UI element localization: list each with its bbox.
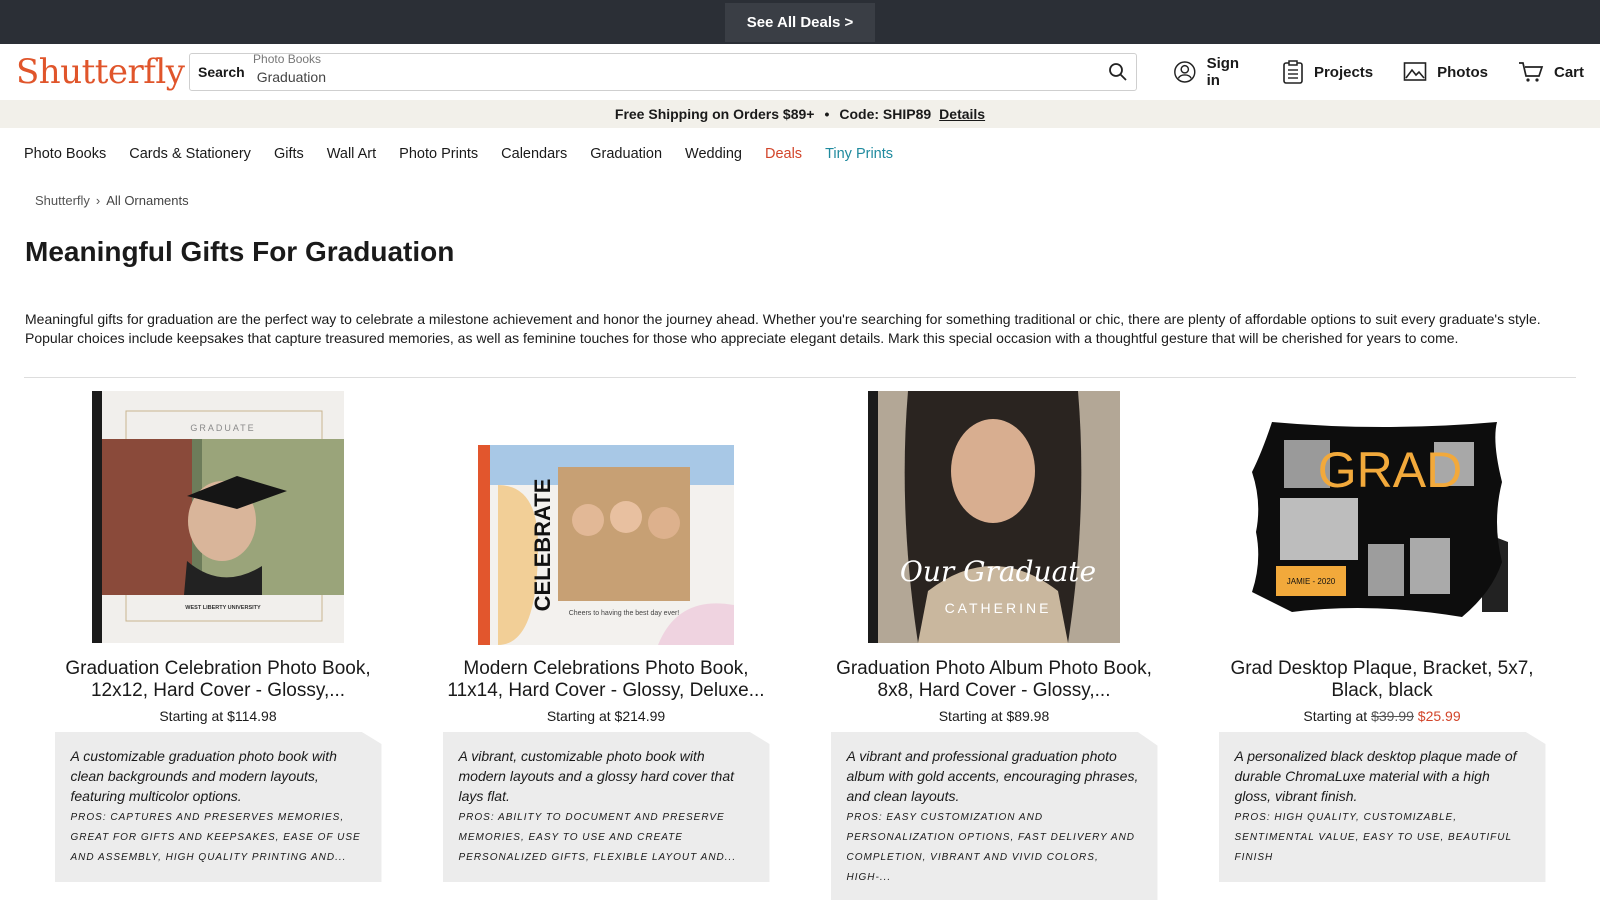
- product-image[interactable]: Our Graduate CATHERINE: [800, 390, 1188, 644]
- nav-tiny-prints[interactable]: Tiny Prints: [825, 146, 893, 162]
- category-nav: Photo Books Cards & Stationery Gifts Wal…: [0, 128, 1600, 180]
- cover-subtext: Cheers to having the best day ever!: [569, 610, 680, 617]
- product-name[interactable]: Graduation Photo Album Photo Book, 8x8, …: [824, 658, 1164, 702]
- product-summary-box: A personalized black desktop plaque made…: [1218, 732, 1546, 882]
- product-summary: A vibrant and professional graduation ph…: [846, 748, 1139, 804]
- site-header: Shutterfly Search Photo Books Sign in Pr…: [0, 44, 1600, 100]
- product-name[interactable]: Modern Celebrations Photo Book, 11x14, H…: [436, 658, 776, 702]
- product-pros: Pros: Ability to document and preserve m…: [458, 812, 737, 863]
- promo-banner: Free Shipping on Orders $89+ • Code: SHI…: [0, 100, 1600, 128]
- price-value: $214.99: [614, 708, 666, 724]
- nav-cards-stationery[interactable]: Cards & Stationery: [129, 146, 251, 162]
- cart-icon: [1518, 62, 1544, 82]
- cover-text: GRADUATE: [190, 423, 255, 433]
- product-card[interactable]: CELEBRATE Cheers to having the best day …: [412, 390, 800, 900]
- breadcrumb-root[interactable]: Shutterfly: [35, 193, 90, 208]
- product-card[interactable]: Our Graduate CATHERINE Graduation Photo …: [800, 390, 1188, 900]
- product-image[interactable]: GRAD JAMIE - 2020: [1188, 390, 1576, 644]
- product-pros: Pros: High quality, customizable, sentim…: [1234, 812, 1512, 863]
- price-value: $114.98: [227, 708, 277, 724]
- promo-code: Code: SHIP89: [839, 106, 932, 122]
- search-input[interactable]: [256, 69, 1109, 85]
- promo-details-link[interactable]: Details: [939, 106, 985, 122]
- search-label: Search: [198, 64, 245, 80]
- chevron-right-icon: ›: [95, 192, 101, 208]
- account-nav: Sign in Projects Photos Cart: [1173, 55, 1584, 89]
- clipboard-icon: [1283, 60, 1303, 84]
- nav-photo-books[interactable]: Photo Books: [24, 146, 106, 162]
- price-value: $89.98: [1006, 708, 1050, 724]
- page-description: Meaningful gifts for graduation are the …: [25, 311, 1541, 346]
- cover-subtext: CATHERINE: [945, 600, 1052, 616]
- breadcrumb-current[interactable]: All Ornaments: [106, 193, 188, 208]
- product-name[interactable]: Graduation Celebration Photo Book, 12x12…: [48, 658, 388, 702]
- product-price: Starting at $214.99: [547, 708, 665, 726]
- top-deals-bar: See All Deals >: [0, 0, 1600, 44]
- cover-text: Our Graduate: [900, 555, 1096, 588]
- product-grid: GRADUATE WEST LIBERTY UNIVERSITY Graduat…: [0, 378, 1600, 900]
- cover-subtext: WEST LIBERTY UNIVERSITY: [185, 605, 261, 611]
- promo-text: Free Shipping on Orders $89+: [614, 106, 815, 122]
- product-summary-box: A vibrant, customizable photo book with …: [442, 732, 770, 882]
- price-prefix: Starting at: [1303, 708, 1368, 724]
- price-prefix: Starting at: [938, 708, 1003, 724]
- promo-separator: •: [824, 106, 830, 122]
- product-summary: A personalized black desktop plaque made…: [1234, 748, 1517, 804]
- product-summary-box: A vibrant and professional graduation ph…: [830, 732, 1158, 900]
- product-pros: Pros: Easy customization and personaliza…: [846, 812, 1136, 883]
- price-original: $39.99: [1371, 708, 1414, 724]
- nav-wall-art[interactable]: Wall Art: [327, 146, 376, 162]
- search-icon[interactable]: [1108, 62, 1128, 82]
- page-title: Meaningful Gifts For Graduation: [25, 236, 455, 267]
- product-image[interactable]: CELEBRATE Cheers to having the best day …: [412, 390, 800, 645]
- price-sale: $25.99: [1417, 708, 1461, 724]
- sign-in-label: Sign in: [1206, 55, 1240, 89]
- sign-in-link[interactable]: Sign in: [1173, 55, 1252, 89]
- product-summary-box: A customizable graduation photo book wit…: [54, 732, 382, 882]
- user-circle-icon: [1174, 61, 1196, 83]
- see-all-deals-button[interactable]: See All Deals >: [724, 2, 876, 42]
- nav-calendars[interactable]: Calendars: [501, 146, 567, 162]
- photos-label: Photos: [1437, 63, 1488, 81]
- cart-label: Cart: [1553, 63, 1584, 81]
- nav-deals[interactable]: Deals: [765, 146, 802, 162]
- projects-link[interactable]: Projects: [1282, 59, 1373, 85]
- product-summary: A vibrant, customizable photo book with …: [458, 748, 735, 804]
- product-image[interactable]: GRADUATE WEST LIBERTY UNIVERSITY: [24, 390, 412, 644]
- nav-photo-prints[interactable]: Photo Prints: [399, 146, 478, 162]
- projects-label: Projects: [1313, 63, 1374, 81]
- shutterfly-logo[interactable]: Shutterfly: [16, 52, 189, 92]
- cover-subtext: JAMIE - 2020: [1287, 577, 1336, 586]
- product-name[interactable]: Grad Desktop Plaque, Bracket, 5x7, Black…: [1212, 658, 1552, 702]
- search-suggestion-ghost: Photo Books: [253, 52, 322, 66]
- product-price: Starting at $39.99 $25.99: [1303, 708, 1460, 726]
- image-icon: [1403, 62, 1427, 81]
- product-card[interactable]: GRADUATE WEST LIBERTY UNIVERSITY Graduat…: [24, 390, 412, 900]
- product-card[interactable]: GRAD JAMIE - 2020 Grad Desktop Plaque, B…: [1188, 390, 1576, 900]
- search-bar: Search Photo Books: [189, 52, 1138, 91]
- product-pros: Pros: Captures and preserves memories, g…: [70, 812, 361, 863]
- cart-link[interactable]: Cart: [1518, 60, 1584, 84]
- product-summary: A customizable graduation photo book wit…: [70, 748, 337, 804]
- photos-link[interactable]: Photos: [1403, 61, 1488, 83]
- nav-graduation[interactable]: Graduation: [590, 146, 662, 162]
- product-price: Starting at $114.98: [159, 708, 276, 726]
- product-price: Starting at $89.98: [939, 708, 1050, 726]
- nav-gifts[interactable]: Gifts: [274, 146, 304, 162]
- price-prefix: Starting at: [159, 708, 224, 724]
- cover-text: CELEBRATE: [530, 479, 555, 612]
- cover-text: GRAD: [1318, 442, 1462, 498]
- breadcrumb: Shutterfly › All Ornaments: [0, 180, 1600, 210]
- nav-wedding[interactable]: Wedding: [685, 146, 742, 162]
- price-prefix: Starting at: [546, 708, 611, 724]
